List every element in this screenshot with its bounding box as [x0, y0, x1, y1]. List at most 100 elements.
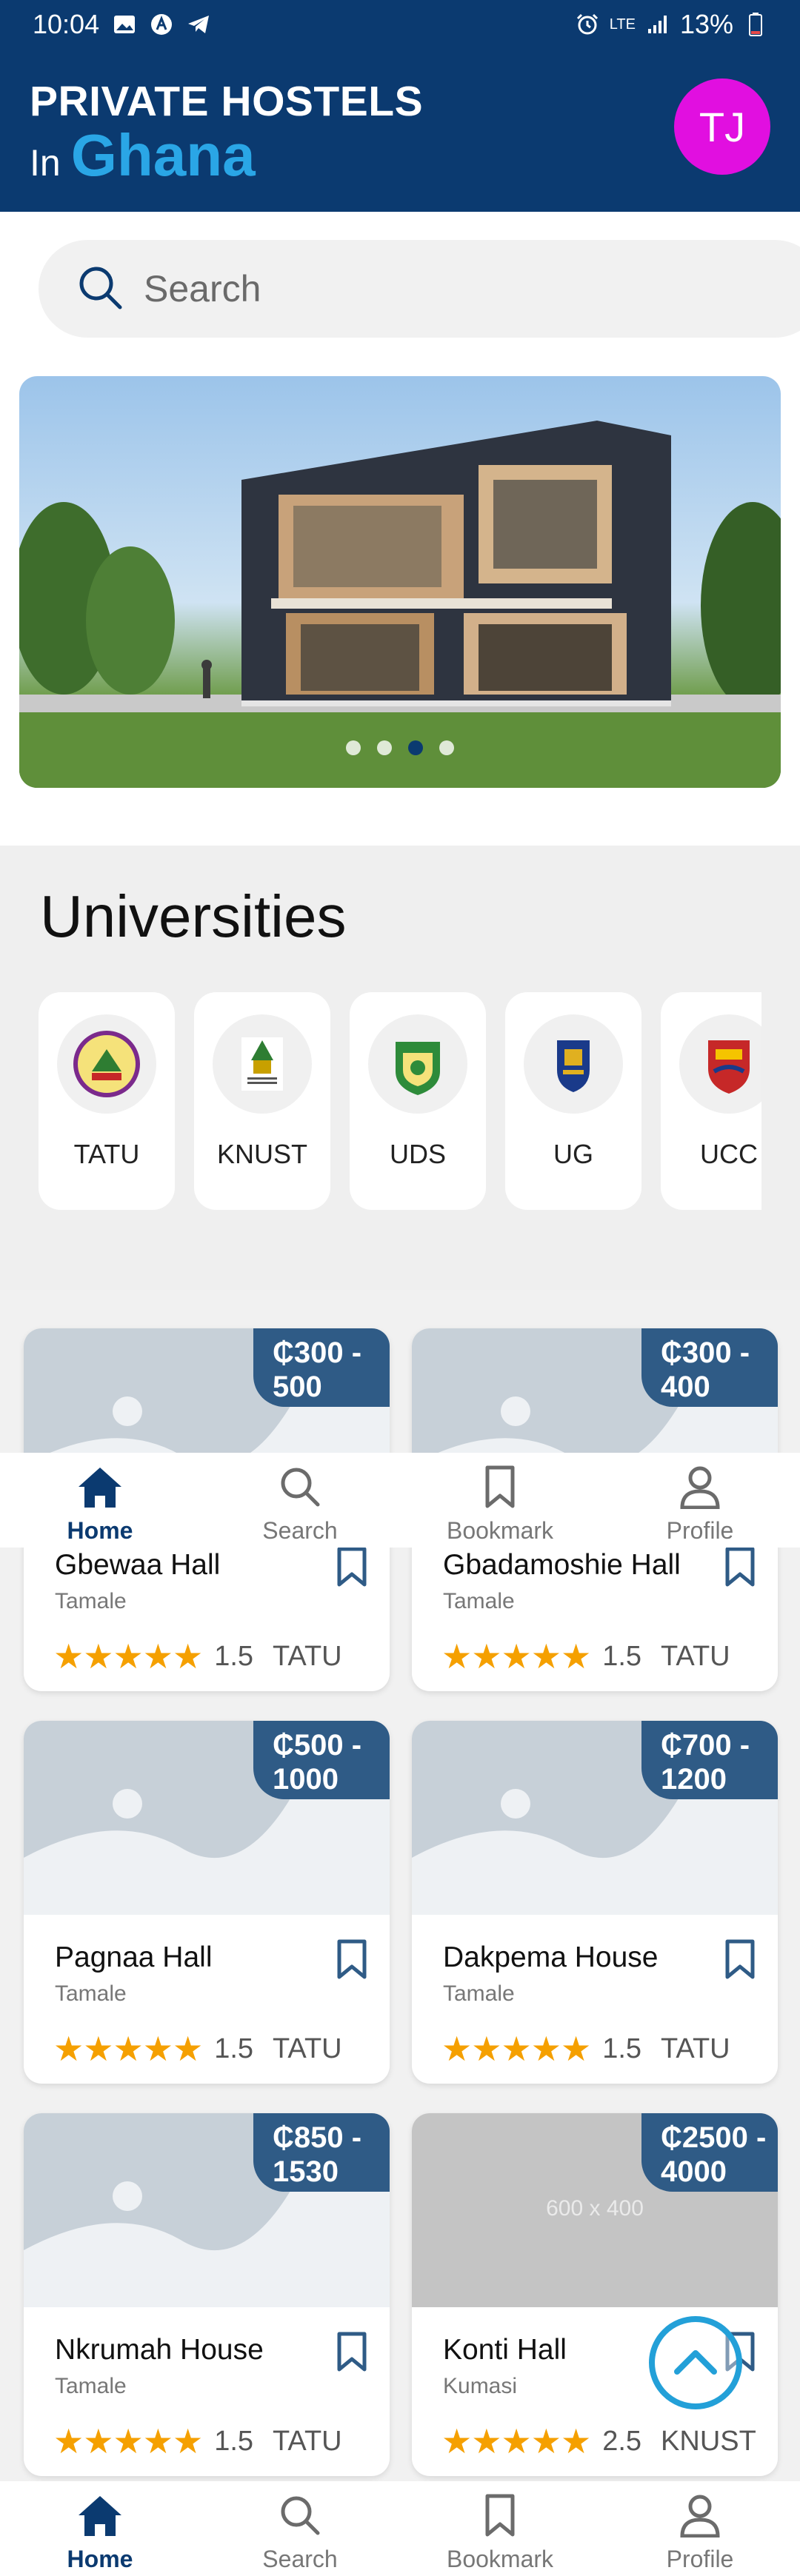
nav-profile[interactable]: Profile [600, 2481, 800, 2576]
nav-search[interactable]: Search [200, 1453, 400, 1548]
university-card-tatu[interactable]: TATU [39, 992, 175, 1210]
avatar[interactable]: TJ [674, 78, 770, 175]
hostel-university: TATU [661, 1640, 730, 1672]
price-tag: ₵300 - 500 [253, 1328, 390, 1407]
universities-list[interactable]: TATU KNUST UDS UG UCC [39, 992, 761, 1211]
nav-home[interactable]: Home [0, 2481, 200, 2576]
hostel-location: Tamale [55, 1981, 127, 2006]
university-card-ucc[interactable]: UCC [661, 992, 761, 1210]
university-card-ug[interactable]: UG [505, 992, 641, 1210]
university-label: UCC [700, 1139, 758, 1169]
search-icon [278, 1465, 322, 1513]
hostel-rating: ★★★★★ 1.5 TATU [53, 2421, 342, 2461]
bookmark-icon[interactable] [335, 2331, 369, 2372]
star-rating-icon: ★★★★★ [53, 2030, 203, 2068]
hostel-location: Tamale [55, 2374, 127, 2398]
nav-home[interactable]: Home [0, 1453, 200, 1548]
hostel-location: Tamale [443, 1589, 515, 1613]
alarm-icon [576, 13, 599, 36]
signal-icon [646, 13, 670, 36]
bookmark-icon[interactable] [723, 1938, 757, 1980]
star-rating-icon: ★★★★★ [441, 2422, 591, 2460]
hostel-name: Gbewaa Hall [55, 1549, 221, 1581]
hostel-card[interactable]: 600 x 400 ₵2500 - 4000 Konti Hall Kumasi… [412, 2113, 778, 2476]
profile-icon [679, 2493, 721, 2541]
rating-value: 1.5 [214, 1640, 254, 1672]
rating-value: 1.5 [214, 2033, 254, 2064]
status-time: 10:04 [33, 9, 100, 39]
search-icon [278, 2493, 322, 2541]
network-type: LTE [609, 16, 636, 33]
university-label: TATU [73, 1139, 140, 1169]
bottom-nav-overlay: Home Search Bookmark Profile [0, 1453, 800, 1548]
nav-bookmark[interactable]: Bookmark [400, 2481, 600, 2576]
app-title: PRIVATE HOSTELS [30, 78, 424, 125]
star-rating-icon: ★★★★★ [53, 1637, 203, 1676]
hostel-university: TATU [273, 2033, 342, 2064]
bookmark-icon[interactable] [335, 1546, 369, 1588]
nav-profile-label: Profile [666, 1517, 734, 1544]
nav-search[interactable]: Search [200, 2481, 400, 2576]
search-placeholder[interactable]: Search [144, 267, 261, 310]
price-tag: ₵2500 - 4000 [641, 2113, 778, 2192]
hostel-university: TATU [273, 1640, 342, 1672]
hostel-university: KNUST [661, 2425, 756, 2457]
price-tag: ₵500 - 1000 [253, 1721, 390, 1799]
nav-profile-label: Profile [666, 2546, 734, 2572]
gallery-icon [113, 13, 136, 36]
hostel-card[interactable]: ₵500 - 1000 Pagnaa Hall Tamale ★★★★★ 1.5… [24, 1721, 390, 2084]
hostel-name: Gbadamoshie Hall [443, 1549, 681, 1581]
banner-image [19, 421, 781, 788]
hostel-university: TATU [273, 2425, 342, 2457]
carousel-indicator[interactable] [19, 740, 781, 755]
bookmark-icon[interactable] [335, 1938, 369, 1980]
hostel-university: TATU [661, 2033, 730, 2064]
hostel-name: Dakpema House [443, 1941, 659, 1973]
hostel-name: Konti Hall [443, 2334, 567, 2366]
hostel-card[interactable]: ₵850 - 1530 Nkrumah House Tamale ★★★★★ 1… [24, 2113, 390, 2476]
carousel-dot[interactable] [377, 740, 392, 755]
app-subtitle-prefix: In [30, 142, 61, 184]
profile-icon [679, 1465, 721, 1513]
hostel-rating: ★★★★★ 1.5 TATU [441, 1636, 730, 1676]
bookmark-icon[interactable] [723, 1546, 757, 1588]
carousel-dot[interactable] [439, 740, 454, 755]
nav-profile[interactable]: Profile [600, 1453, 800, 1548]
bookmark-icon [483, 1465, 517, 1513]
ucc-logo-icon [679, 1014, 761, 1114]
search-bar[interactable]: Search [39, 240, 800, 338]
ug-logo-icon [524, 1014, 623, 1114]
battery-icon [744, 13, 767, 36]
nav-home-label: Home [67, 2546, 133, 2572]
app-subtitle: In Ghana [30, 121, 256, 190]
price-tag: ₵850 - 1530 [253, 2113, 390, 2192]
nav-bookmark[interactable]: Bookmark [400, 1453, 600, 1548]
battery-percentage: 13% [679, 9, 733, 39]
app-subtitle-highlight: Ghana [70, 122, 256, 188]
image-placeholder-label: 600 x 400 [546, 2196, 644, 2221]
hostel-rating: ★★★★★ 1.5 TATU [53, 2029, 342, 2069]
hostel-rating: ★★★★★ 2.5 KNUST [441, 2421, 756, 2461]
university-card-uds[interactable]: UDS [350, 992, 486, 1210]
featured-banner[interactable] [19, 376, 781, 788]
carousel-dot[interactable] [346, 740, 361, 755]
hostel-location: Tamale [443, 1981, 515, 2006]
hostel-rating: ★★★★★ 1.5 TATU [441, 2029, 730, 2069]
star-rating-icon: ★★★★★ [441, 2030, 591, 2068]
scroll-to-top-button[interactable] [649, 2316, 742, 2409]
rating-value: 1.5 [602, 2033, 642, 2064]
hostel-name: Pagnaa Hall [55, 1941, 213, 1973]
status-bar: 10:04 LTE 13% [0, 0, 800, 49]
universities-title: Universities [40, 883, 347, 949]
rating-value: 1.5 [214, 2425, 254, 2457]
university-label: KNUST [216, 1139, 307, 1169]
app-header: PRIVATE HOSTELS In Ghana TJ [0, 49, 800, 212]
price-tag: ₵300 - 400 [641, 1328, 778, 1407]
search-icon [77, 264, 123, 314]
carousel-dot-active[interactable] [408, 740, 423, 755]
hostel-card[interactable]: ₵700 - 1200 Dakpema House Tamale ★★★★★ 1… [412, 1721, 778, 2084]
app-notification-icon [150, 13, 173, 36]
university-card-knust[interactable]: KNUST [194, 992, 330, 1210]
nav-search-label: Search [262, 1517, 338, 1544]
star-rating-icon: ★★★★★ [441, 1637, 591, 1676]
